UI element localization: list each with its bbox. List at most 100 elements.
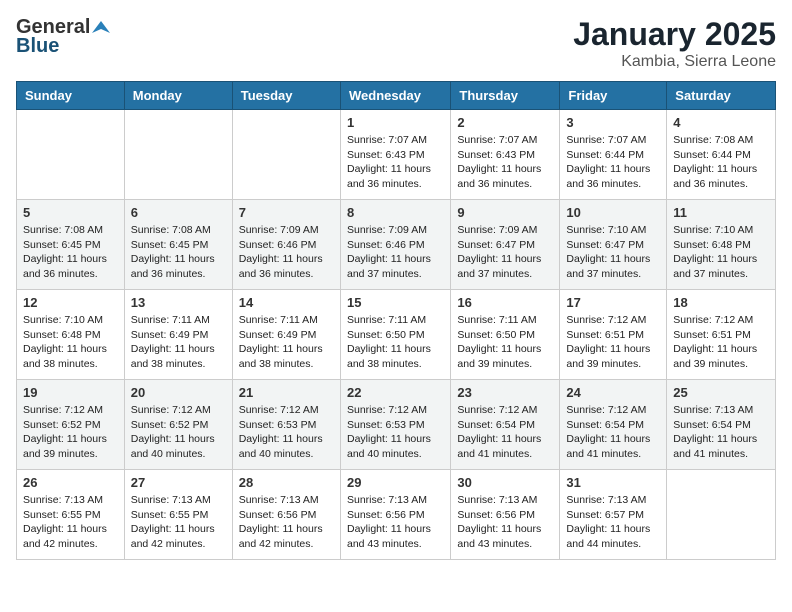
day-number: 26 (23, 475, 118, 490)
day-info: Sunrise: 7:13 AM Sunset: 6:55 PM Dayligh… (23, 493, 118, 552)
calendar-day-cell: 27Sunrise: 7:13 AM Sunset: 6:55 PM Dayli… (124, 470, 232, 560)
day-number: 7 (239, 205, 334, 220)
calendar-title: January 2025 (573, 16, 776, 53)
day-number: 18 (673, 295, 769, 310)
calendar-day-cell: 26 Sunrise: 7:13 AM Sunset: 6:55 PM Dayli… (17, 470, 125, 560)
weekday-header: Monday (124, 82, 232, 110)
day-info: Sunrise: 7:11 AM Sunset: 6:50 PM Dayligh… (457, 313, 553, 372)
day-info: Sunrise: 7:07 AM Sunset: 6:43 PM Dayligh… (347, 133, 444, 192)
calendar-day-cell: 25 Sunrise: 7:13 AM Sunset: 6:54 PM Dayli… (667, 380, 776, 470)
calendar-header: January 2025 Kambia, Sierra Leone (573, 16, 776, 71)
day-info: Sunrise: 7:11 AM Sunset: 6:50 PM Dayligh… (347, 313, 444, 372)
calendar-week-row: 19Sunrise: 7:12 AM Sunset: 6:52 PM Dayli… (17, 380, 776, 470)
day-info: Sunrise: 7:13 AM Sunset: 6:57 PM Dayligh… (566, 493, 660, 552)
day-number: 8 (347, 205, 444, 220)
calendar-day-cell (232, 110, 340, 200)
calendar-day-cell: 10 Sunrise: 7:10 AM Sunset: 6:47 PM Dayli… (560, 200, 667, 290)
day-number: 24 (566, 385, 660, 400)
calendar-day-cell: 14 Sunrise: 7:11 AM Sunset: 6:49 PM Dayli… (232, 290, 340, 380)
day-info: Sunrise: 7:11 AM Sunset: 6:49 PM Dayligh… (131, 313, 226, 372)
day-info: Sunrise: 7:12 AM Sunset: 6:53 PM Dayligh… (347, 403, 444, 462)
calendar-day-cell: 12 Sunrise: 7:10 AM Sunset: 6:48 PM Dayli… (17, 290, 125, 380)
calendar-day-cell (124, 110, 232, 200)
calendar-day-cell: 16 Sunrise: 7:11 AM Sunset: 6:50 PM Dayli… (451, 290, 560, 380)
logo: General Blue (16, 16, 110, 58)
calendar-day-cell: 15 Sunrise: 7:11 AM Sunset: 6:50 PM Dayli… (340, 290, 450, 380)
day-number: 14 (239, 295, 334, 310)
calendar-day-cell (667, 470, 776, 560)
day-info: Sunrise: 7:09 AM Sunset: 6:46 PM Dayligh… (347, 223, 444, 282)
day-number: 21 (239, 385, 334, 400)
day-info: Sunrise: 7:07 AM Sunset: 6:44 PM Dayligh… (566, 133, 660, 192)
weekday-header: Sunday (17, 82, 125, 110)
day-info: Sunrise: 7:12 AM Sunset: 6:54 PM Dayligh… (566, 403, 660, 462)
day-number: 10 (566, 205, 660, 220)
weekday-header: Saturday (667, 82, 776, 110)
weekday-header: Tuesday (232, 82, 340, 110)
day-number: 13 (131, 295, 226, 310)
calendar-week-row: 5 Sunrise: 7:08 AM Sunset: 6:45 PM Daylig… (17, 200, 776, 290)
day-number: 16 (457, 295, 553, 310)
day-number: 17 (566, 295, 660, 310)
calendar-day-cell: 11 Sunrise: 7:10 AM Sunset: 6:48 PM Dayli… (667, 200, 776, 290)
day-info: Sunrise: 7:13 AM Sunset: 6:55 PM Dayligh… (131, 493, 226, 552)
calendar-day-cell: 1 Sunrise: 7:07 AM Sunset: 6:43 PM Daylig… (340, 110, 450, 200)
day-number: 20 (131, 385, 226, 400)
day-info: Sunrise: 7:13 AM Sunset: 6:56 PM Dayligh… (457, 493, 553, 552)
day-number: 9 (457, 205, 553, 220)
calendar-day-cell (17, 110, 125, 200)
day-number: 22 (347, 385, 444, 400)
calendar-week-row: 26 Sunrise: 7:13 AM Sunset: 6:55 PM Dayli… (17, 470, 776, 560)
calendar-day-cell: 13 Sunrise: 7:11 AM Sunset: 6:49 PM Dayli… (124, 290, 232, 380)
calendar-day-cell: 3Sunrise: 7:07 AM Sunset: 6:44 PM Daylig… (560, 110, 667, 200)
calendar-day-cell: 9 Sunrise: 7:09 AM Sunset: 6:47 PM Daylig… (451, 200, 560, 290)
day-info: Sunrise: 7:13 AM Sunset: 6:56 PM Dayligh… (239, 493, 334, 552)
day-number: 28 (239, 475, 334, 490)
calendar-day-cell: 29Sunrise: 7:13 AM Sunset: 6:56 PM Dayli… (340, 470, 450, 560)
day-number: 25 (673, 385, 769, 400)
calendar-day-cell: 22 Sunrise: 7:12 AM Sunset: 6:53 PM Dayli… (340, 380, 450, 470)
calendar-day-cell: 28 Sunrise: 7:13 AM Sunset: 6:56 PM Dayli… (232, 470, 340, 560)
day-info: Sunrise: 7:12 AM Sunset: 6:53 PM Dayligh… (239, 403, 334, 462)
day-number: 15 (347, 295, 444, 310)
calendar-day-cell: 6Sunrise: 7:08 AM Sunset: 6:45 PM Daylig… (124, 200, 232, 290)
day-number: 31 (566, 475, 660, 490)
weekday-header: Wednesday (340, 82, 450, 110)
weekday-header: Friday (560, 82, 667, 110)
day-number: 30 (457, 475, 553, 490)
weekday-header-row: SundayMondayTuesdayWednesdayThursdayFrid… (17, 82, 776, 110)
day-info: Sunrise: 7:13 AM Sunset: 6:54 PM Dayligh… (673, 403, 769, 462)
calendar-table: SundayMondayTuesdayWednesdayThursdayFrid… (16, 81, 776, 560)
calendar-day-cell: 31 Sunrise: 7:13 AM Sunset: 6:57 PM Dayli… (560, 470, 667, 560)
calendar-day-cell: 18 Sunrise: 7:12 AM Sunset: 6:51 PM Dayli… (667, 290, 776, 380)
day-info: Sunrise: 7:11 AM Sunset: 6:49 PM Dayligh… (239, 313, 334, 372)
day-info: Sunrise: 7:09 AM Sunset: 6:46 PM Dayligh… (239, 223, 334, 282)
calendar-week-row: 1 Sunrise: 7:07 AM Sunset: 6:43 PM Daylig… (17, 110, 776, 200)
weekday-header: Thursday (451, 82, 560, 110)
calendar-day-cell: 19Sunrise: 7:12 AM Sunset: 6:52 PM Dayli… (17, 380, 125, 470)
calendar-day-cell: 24 Sunrise: 7:12 AM Sunset: 6:54 PM Dayli… (560, 380, 667, 470)
day-info: Sunrise: 7:10 AM Sunset: 6:48 PM Dayligh… (23, 313, 118, 372)
day-number: 11 (673, 205, 769, 220)
day-number: 12 (23, 295, 118, 310)
day-number: 23 (457, 385, 553, 400)
day-info: Sunrise: 7:12 AM Sunset: 6:51 PM Dayligh… (673, 313, 769, 372)
day-number: 5 (23, 205, 118, 220)
page-header: General Blue January 2025 Kambia, Sierra… (16, 16, 776, 71)
day-number: 4 (673, 115, 769, 130)
logo-blue: Blue (16, 35, 59, 58)
day-number: 1 (347, 115, 444, 130)
calendar-day-cell: 5 Sunrise: 7:08 AM Sunset: 6:45 PM Daylig… (17, 200, 125, 290)
day-info: Sunrise: 7:08 AM Sunset: 6:45 PM Dayligh… (131, 223, 226, 282)
day-number: 19 (23, 385, 118, 400)
day-info: Sunrise: 7:10 AM Sunset: 6:47 PM Dayligh… (566, 223, 660, 282)
calendar-day-cell: 30 Sunrise: 7:13 AM Sunset: 6:56 PM Dayli… (451, 470, 560, 560)
day-number: 29 (347, 475, 444, 490)
day-number: 2 (457, 115, 553, 130)
day-info: Sunrise: 7:09 AM Sunset: 6:47 PM Dayligh… (457, 223, 553, 282)
day-info: Sunrise: 7:12 AM Sunset: 6:54 PM Dayligh… (457, 403, 553, 462)
day-info: Sunrise: 7:10 AM Sunset: 6:48 PM Dayligh… (673, 223, 769, 282)
calendar-day-cell: 8 Sunrise: 7:09 AM Sunset: 6:46 PM Daylig… (340, 200, 450, 290)
calendar-week-row: 12 Sunrise: 7:10 AM Sunset: 6:48 PM Dayli… (17, 290, 776, 380)
day-info: Sunrise: 7:08 AM Sunset: 6:45 PM Dayligh… (23, 223, 118, 282)
